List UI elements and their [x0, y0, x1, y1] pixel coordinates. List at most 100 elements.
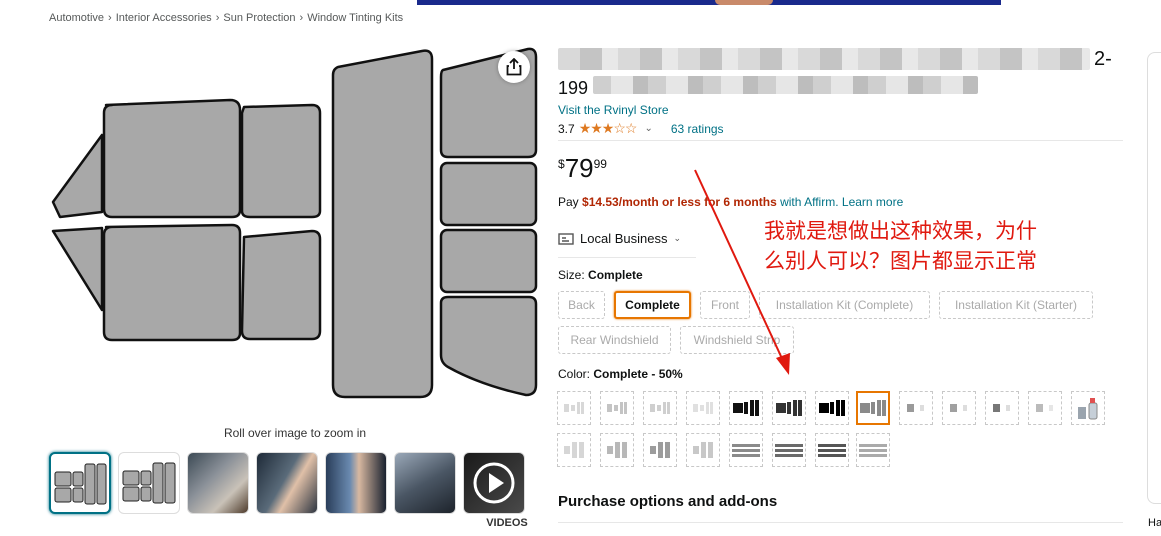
windshield-strip-swatch-icon: [775, 444, 803, 457]
price: $7999: [558, 153, 607, 184]
color-swatch[interactable]: [899, 391, 933, 425]
tint-kit-swatch-icon: [1036, 404, 1053, 412]
color-swatch[interactable]: [815, 391, 849, 425]
breadcrumb-item-sun-protection[interactable]: Sun Protection: [223, 12, 295, 24]
color-label: Color: Complete - 50%: [558, 367, 683, 381]
color-swatch[interactable]: [643, 391, 677, 425]
color-swatch[interactable]: [643, 433, 677, 467]
tint-kit-swatch-icon: [650, 442, 670, 458]
color-swatch[interactable]: [600, 391, 634, 425]
product-title-redacted: [558, 46, 1090, 96]
thumbnail-1[interactable]: [49, 452, 111, 514]
tint-kit-swatch-icon: [907, 404, 924, 412]
size-label: Size: Complete: [558, 268, 643, 282]
color-swatch[interactable]: [557, 391, 591, 425]
color-swatch[interactable]: [600, 433, 634, 467]
storefront-icon: [558, 232, 574, 245]
color-swatch[interactable]: [729, 433, 763, 467]
product-title-tail: 2-: [1094, 48, 1112, 70]
tint-kit-thumbnail-image: [54, 463, 107, 505]
tint-kit-swatch-icon: [819, 400, 845, 416]
local-business-label: Local Business: [580, 231, 668, 246]
tint-kit-swatch-icon: [564, 402, 584, 414]
video-thumbnail[interactable]: [463, 452, 525, 514]
breadcrumb: Automotive › Interior Accessories › Sun Prot…: [49, 12, 403, 24]
color-swatch-install-kit[interactable]: [1071, 391, 1105, 425]
thumbnail-2[interactable]: [118, 452, 180, 514]
annotation-text: 我就是想做出这种效果，为什 么别人可以？图片都显示正常: [764, 216, 1124, 276]
product-title-fragment: 199: [558, 80, 589, 96]
tint-kit-swatch-icon: [607, 442, 627, 458]
color-selected: Complete - 50%: [593, 367, 683, 381]
breadcrumb-item-interior[interactable]: Interior Accessories: [116, 12, 212, 24]
tint-kit-swatch-icon: [693, 442, 713, 458]
tint-kit-swatch-icon: [607, 402, 627, 414]
tint-kit-swatch-icon: [733, 400, 759, 416]
color-swatch[interactable]: [856, 433, 890, 467]
star-rating-icon[interactable]: ★★★☆☆: [579, 120, 638, 137]
color-swatch[interactable]: [686, 391, 720, 425]
annotation-line-1: 我就是想做出这种效果，为什: [764, 219, 1037, 243]
tint-kit-swatch-icon: [650, 402, 670, 414]
thumbnail-4[interactable]: [256, 452, 318, 514]
spray-bottle-icon: [1078, 398, 1098, 420]
banner-image: [715, 0, 773, 5]
color-swatch-selected[interactable]: [856, 391, 890, 425]
color-swatch[interactable]: [729, 391, 763, 425]
ratings-count-link[interactable]: 63 ratings: [671, 122, 724, 136]
size-option-complete[interactable]: Complete: [614, 291, 691, 319]
thumbnail-5[interactable]: [325, 452, 387, 514]
price-whole: 79: [564, 153, 594, 183]
play-icon: [473, 462, 515, 504]
tint-kit-swatch-icon: [993, 404, 1010, 412]
main-product-image[interactable]: [50, 45, 540, 410]
local-business-dropdown[interactable]: Local Business ⌄: [558, 231, 681, 246]
price-symbol: $: [558, 157, 565, 171]
size-option-installation-kit-starter[interactable]: Installation Kit (Starter): [939, 291, 1093, 319]
color-label-text: Color:: [558, 367, 591, 381]
size-label-text: Size:: [558, 268, 585, 282]
annotation-line-2: 么别人可以？图片都显示正常: [764, 249, 1037, 273]
thumbnail-6[interactable]: [394, 452, 456, 514]
chevron-down-icon[interactable]: ⌄: [644, 123, 652, 134]
size-option-rear-windshield[interactable]: Rear Windshield: [558, 326, 671, 354]
buy-box-panel-edge: [1147, 52, 1161, 504]
thumbnail-3[interactable]: [187, 452, 249, 514]
breadcrumb-separator: ›: [299, 12, 304, 24]
tint-kit-swatch-icon: [950, 404, 967, 412]
color-swatch[interactable]: [557, 433, 591, 467]
tint-kit-swatch-icon: [564, 442, 584, 458]
zoom-hint: Roll over image to zoom in: [223, 426, 367, 440]
price-fraction: 99: [593, 157, 607, 171]
learn-more-link[interactable]: Learn more: [842, 195, 903, 209]
size-selected: Complete: [588, 268, 643, 282]
color-swatch[interactable]: [815, 433, 849, 467]
color-swatch[interactable]: [942, 391, 976, 425]
divider: [558, 140, 1123, 141]
color-swatch[interactable]: [686, 433, 720, 467]
share-button[interactable]: [498, 51, 530, 83]
affirm-prefix: Pay: [558, 195, 579, 209]
color-swatch[interactable]: [1028, 391, 1062, 425]
rating-row: 3.7 ★★★☆☆ ⌄ 63 ratings: [558, 120, 724, 137]
color-swatch[interactable]: [985, 391, 1019, 425]
videos-label: VIDEOS: [486, 517, 528, 529]
breadcrumb-separator: ›: [108, 12, 112, 24]
store-link[interactable]: Visit the Rvinyl Store: [558, 103, 669, 117]
tint-kit-swatch-icon: [693, 402, 713, 414]
breadcrumb-item-window-tinting[interactable]: Window Tinting Kits: [307, 12, 403, 24]
breadcrumb-item-automotive[interactable]: Automotive: [49, 12, 104, 24]
breadcrumb-separator: ›: [215, 12, 220, 24]
share-icon: [506, 58, 522, 76]
color-swatch[interactable]: [772, 391, 806, 425]
color-swatch[interactable]: [772, 433, 806, 467]
top-ad-banner[interactable]: [417, 0, 1001, 5]
tint-kit-thumbnail-image: [122, 462, 176, 504]
divider: [558, 522, 1123, 523]
edge-text-fragment: Ha: [1148, 517, 1161, 529]
windshield-strip-swatch-icon: [732, 444, 760, 457]
chevron-down-icon: ⌄: [673, 233, 681, 243]
size-option-back[interactable]: Back: [558, 291, 605, 319]
windshield-strip-swatch-icon: [818, 444, 846, 457]
thumbnail-strip: [49, 452, 525, 514]
